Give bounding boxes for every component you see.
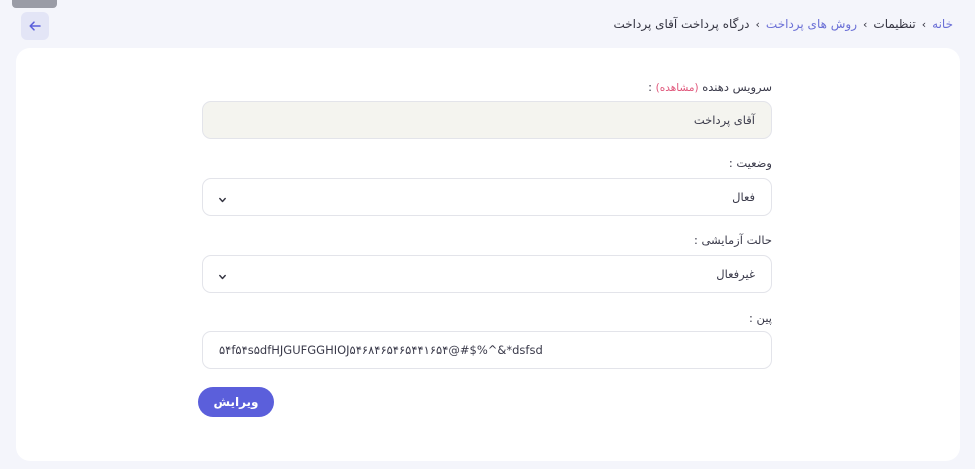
view-only-hint: (مشاهده) (655, 82, 699, 94)
edit-button[interactable]: ویرایش (198, 387, 274, 417)
breadcrumb-payment-methods[interactable]: روش های پرداخت (766, 17, 857, 31)
pin-input[interactable] (203, 332, 771, 368)
chevron-down-icon (219, 269, 226, 283)
breadcrumb-home[interactable]: خانه (932, 17, 953, 31)
test-mode-select[interactable]: غیرفعال (202, 255, 772, 293)
breadcrumb-separator: › (755, 17, 760, 31)
status-value: فعال (732, 190, 755, 204)
pin-field (202, 331, 772, 369)
back-button[interactable] (21, 12, 49, 40)
test-mode-value: غیرفعال (716, 267, 755, 281)
arrow-left-icon (29, 21, 41, 31)
test-mode-label: حالت آزمایشی : (693, 233, 772, 247)
provider-label: سرویس دهنده (مشاهده) : (648, 80, 772, 94)
status-label: وضعیت : (728, 156, 772, 170)
provider-value: آقای پرداخت (693, 113, 755, 127)
breadcrumb-settings: تنظیمات (873, 17, 916, 31)
breadcrumb-separator: › (863, 17, 868, 31)
breadcrumb: خانه › تنظیمات › روش های پرداخت › درگاه … (613, 17, 953, 31)
chevron-down-icon (219, 192, 226, 206)
breadcrumb-separator: › (921, 17, 927, 31)
provider-field: آقای پرداخت (202, 101, 772, 139)
form-card: سرویس دهنده (مشاهده) : آقای پرداخت وضعیت… (16, 48, 960, 461)
pin-label: پین : (749, 311, 772, 325)
tooltip (12, 0, 57, 8)
status-select[interactable]: فعال (202, 178, 772, 216)
breadcrumb-current-page: درگاه پرداخت آقای پرداخت (613, 17, 750, 31)
